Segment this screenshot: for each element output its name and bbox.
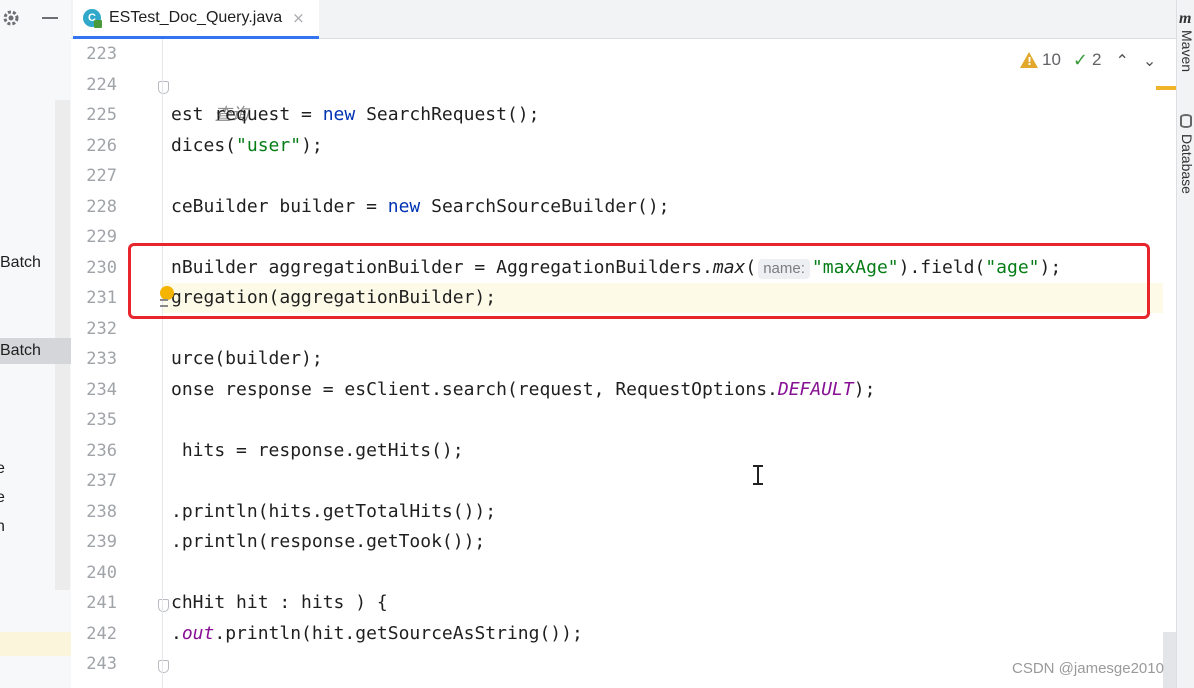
code-editor[interactable]: 查询 est request = new SearchRequest(); di… bbox=[163, 39, 1163, 688]
line-number: 241 bbox=[86, 593, 117, 613]
editor-tab-bar: C ESTest_Doc_Query.java × bbox=[71, 0, 1176, 39]
java-class-icon: C bbox=[83, 9, 102, 28]
tab-title: ESTest_Doc_Query.java bbox=[109, 9, 283, 26]
code-line-228: ceBuilder builder = new SearchSourceBuil… bbox=[171, 192, 670, 222]
code-token: .println(hit.getSourceAsString()); bbox=[214, 623, 583, 644]
line-number: 230 bbox=[86, 258, 117, 278]
code-constant: DEFAULT bbox=[777, 379, 854, 400]
code-token: ); bbox=[853, 379, 876, 400]
project-panel-toolbar bbox=[0, 0, 71, 38]
line-number: 236 bbox=[86, 441, 117, 461]
typo-check-icon: ✓ bbox=[1072, 49, 1089, 71]
tree-item[interactable]: Batch bbox=[0, 250, 41, 276]
line-number-gutter: 223 224 225 226 227 228 229 230 231 232 … bbox=[71, 39, 169, 688]
line-number: 228 bbox=[86, 197, 117, 217]
editor-scrollbar[interactable] bbox=[1163, 632, 1176, 688]
next-highlight-icon[interactable]: ⌄ bbox=[1143, 51, 1156, 70]
line-number: 237 bbox=[86, 471, 117, 491]
tree-item[interactable]: n bbox=[0, 514, 5, 540]
code-token: SearchSourceBuilder(); bbox=[420, 196, 670, 217]
code-token: est request = bbox=[171, 104, 323, 125]
code-line-238: .println(hits.getTotalHits()); bbox=[171, 501, 497, 522]
code-line-241: chHit hit : hits ) { bbox=[171, 592, 388, 613]
previous-highlight-icon[interactable]: ⌃ bbox=[1115, 51, 1128, 70]
text-cursor-icon bbox=[753, 465, 763, 485]
line-number: 229 bbox=[86, 227, 117, 247]
code-line-233: urce(builder); bbox=[171, 348, 323, 369]
tree-item[interactable]: e bbox=[0, 456, 5, 482]
code-line-226: dices("user"); bbox=[171, 131, 323, 161]
line-number: 235 bbox=[86, 410, 117, 430]
inspections-widget[interactable]: 10 ✓ 2 ⌃ ⌄ bbox=[1020, 48, 1156, 72]
gear-icon[interactable] bbox=[1, 8, 21, 28]
code-token: onse response = esClient.search(request,… bbox=[171, 379, 778, 400]
line-number: 224 bbox=[86, 75, 117, 95]
right-tool-strip: m Maven Database bbox=[1176, 0, 1194, 688]
code-token: . bbox=[171, 623, 182, 644]
code-static-field: out bbox=[181, 623, 215, 644]
line-number: 231 bbox=[86, 288, 117, 308]
code-line-234: onse response = esClient.search(request,… bbox=[171, 375, 875, 405]
warning-icon bbox=[1020, 52, 1038, 68]
watermark: CSDN @jamesge2010 bbox=[1012, 660, 1164, 677]
maven-tool-button[interactable]: Maven bbox=[1179, 30, 1194, 72]
code-line-225: est request = new SearchRequest(); bbox=[171, 100, 539, 130]
code-token: ); bbox=[301, 135, 323, 156]
error-stripe-marker[interactable] bbox=[1156, 86, 1176, 90]
line-number: 234 bbox=[86, 380, 117, 400]
tree-item[interactable]: e bbox=[0, 485, 5, 511]
line-number: 223 bbox=[86, 44, 117, 64]
line-number: 232 bbox=[86, 319, 117, 339]
line-number: 225 bbox=[86, 105, 117, 125]
line-number: 226 bbox=[86, 136, 117, 156]
maven-icon[interactable]: m bbox=[1179, 10, 1191, 28]
close-icon[interactable]: × bbox=[292, 9, 305, 27]
line-number: 240 bbox=[86, 563, 117, 583]
project-panel: Batch Batch e e n bbox=[0, 0, 72, 688]
warning-count: 10 bbox=[1042, 50, 1061, 69]
line-number: 243 bbox=[86, 654, 117, 674]
line-number: 238 bbox=[86, 502, 117, 522]
code-token: dices( bbox=[171, 135, 237, 156]
code-string: "user" bbox=[236, 135, 302, 156]
code-line-224: 查询 bbox=[171, 70, 248, 125]
code-keyword: new bbox=[322, 104, 356, 125]
highlight-annotation-box bbox=[128, 243, 1150, 319]
code-line-242: .out.println(hit.getSourceAsString()); bbox=[171, 619, 583, 649]
line-number: 227 bbox=[86, 166, 117, 186]
tree-item-selected[interactable]: Batch bbox=[0, 338, 71, 364]
database-icon[interactable] bbox=[1180, 114, 1192, 128]
code-keyword: new bbox=[387, 196, 421, 217]
line-number: 233 bbox=[86, 349, 117, 369]
tree-item-highlight bbox=[0, 632, 71, 656]
code-token: SearchRequest(); bbox=[355, 104, 540, 125]
code-line-236: hits = response.getHits(); bbox=[171, 440, 464, 461]
line-number: 242 bbox=[86, 624, 117, 644]
editor-tab[interactable]: C ESTest_Doc_Query.java × bbox=[73, 0, 319, 39]
code-token: ceBuilder builder = bbox=[171, 196, 388, 217]
minimize-icon[interactable] bbox=[42, 17, 58, 19]
code-line-239: .println(response.getTook()); bbox=[171, 531, 486, 552]
database-tool-button[interactable]: Database bbox=[1179, 134, 1194, 194]
line-number: 239 bbox=[86, 532, 117, 552]
typo-count: 2 bbox=[1092, 50, 1102, 69]
